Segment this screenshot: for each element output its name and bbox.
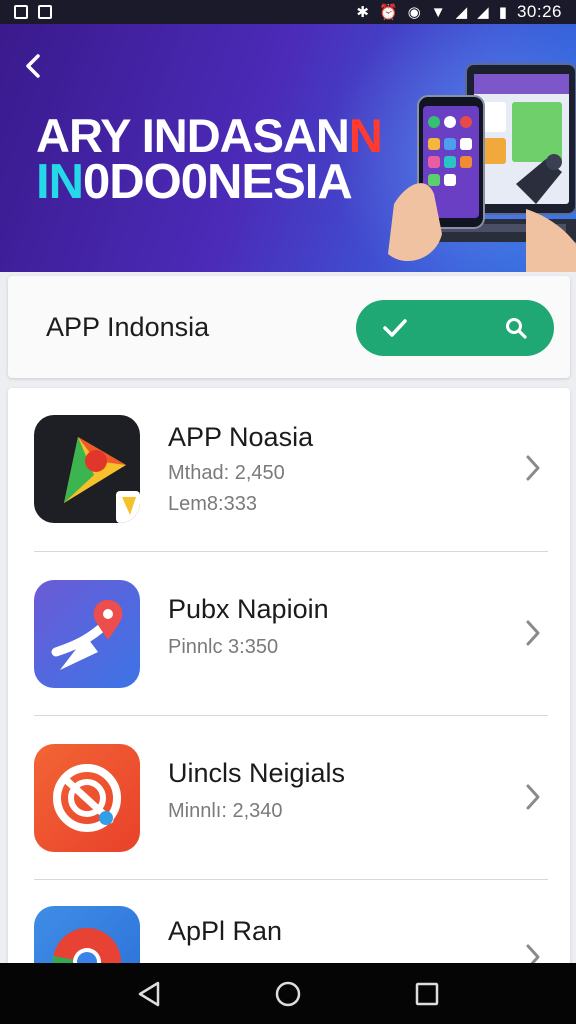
app-icon-maps (34, 415, 140, 523)
status-bar-right: ✱ ⏰ ◉ ▼ ◢ ◢ ▮ 30:26 (356, 2, 562, 22)
cellular-2-icon: ◢ (477, 3, 489, 21)
image-notification-icon (14, 5, 28, 19)
status-bar: ✱ ⏰ ◉ ▼ ◢ ◢ ▮ 30:26 (0, 0, 576, 24)
app-icon-radar (34, 744, 140, 852)
search-card: APP Indonsia (8, 276, 570, 378)
list-item[interactable]: Pubx Napioin Pinnlc 3:350 (8, 552, 570, 716)
app-detail: Pinnlc 3:350 (168, 636, 279, 658)
status-time: 30:26 (516, 2, 562, 21)
list-item[interactable]: Uincls Neigials Minnlı: 2,340 (8, 716, 570, 880)
app-title: Pubx Napioin (168, 594, 329, 624)
search-toggle-button[interactable] (356, 300, 554, 356)
alarm-icon: ⏰ (378, 3, 398, 21)
status-bar-left (14, 5, 52, 19)
devices-illustration (388, 63, 576, 272)
chevron-right-icon (526, 620, 540, 646)
back-arrow-icon (26, 54, 40, 78)
nav-back-button[interactable] (134, 979, 164, 1009)
bluetooth-icon: ✱ (356, 3, 369, 21)
app-list: APP Noasia Mthad: 2,450 Lem8:333 Pubx Na… (8, 388, 570, 988)
app-title: Uincls Neigials (168, 758, 346, 788)
banner-title-line2: IN0DO0NESIA (36, 155, 353, 209)
search-label: APP Indonsia (46, 312, 210, 342)
nav-home-button[interactable] (273, 979, 303, 1009)
nav-recents-button[interactable] (412, 979, 442, 1009)
app-title: APP Noasia (168, 422, 314, 452)
signal-icon: ▼ (430, 3, 446, 21)
chevron-right-icon (526, 455, 540, 481)
app-detail: Minnlı: 2,340 (168, 800, 283, 822)
back-button[interactable] (18, 50, 54, 86)
gallery-notification-icon (38, 5, 52, 19)
battery-icon: ▮ (498, 3, 507, 21)
search-icon (506, 318, 527, 339)
app-title: ApPl Ran (168, 916, 283, 946)
app-detail: Mthad: 2,450 (168, 462, 285, 484)
cellular-icon: ◢ (455, 3, 468, 21)
chevron-right-icon (526, 784, 540, 810)
app-detail: Lem8:333 (168, 493, 257, 515)
hero-banner: ARY INDASANN IN0DO0NESIA (0, 24, 576, 272)
check-icon (383, 319, 407, 337)
system-nav-bar (0, 963, 576, 1024)
list-item[interactable]: APP Noasia Mthad: 2,450 Lem8:333 (8, 388, 570, 552)
wifi-icon: ◉ (407, 3, 421, 21)
app-icon-navigation (34, 580, 140, 688)
